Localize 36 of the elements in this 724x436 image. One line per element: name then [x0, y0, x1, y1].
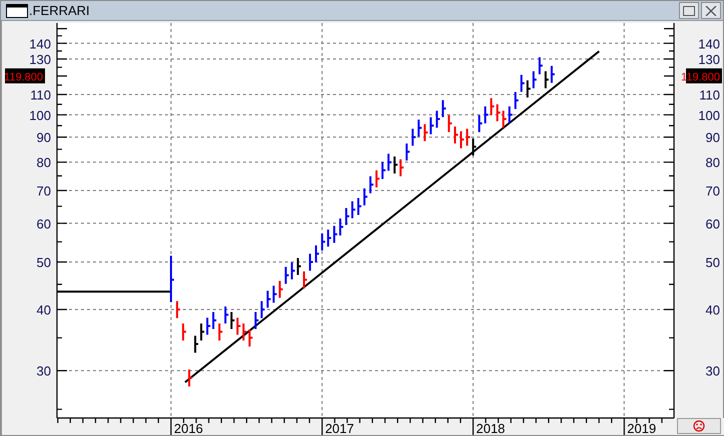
axis-label: 2017	[325, 421, 354, 435]
axis-label: 60	[706, 216, 720, 232]
window-title: .FERRARI	[29, 3, 90, 18]
price-bar	[188, 368, 194, 388]
axis-label: 140	[29, 36, 51, 52]
axis-label: 80	[706, 155, 720, 170]
axis-label: 40	[36, 302, 51, 318]
axis-label: 140	[698, 36, 720, 52]
axis-label: 90	[36, 130, 51, 146]
axis-label: 110	[30, 88, 51, 102]
axis-label: 2016	[174, 421, 203, 435]
axis-label: 130	[698, 52, 720, 67]
axis-label: 100	[698, 108, 720, 123]
axis-label: 90	[706, 130, 720, 146]
close-icon	[705, 6, 717, 16]
maximize-button[interactable]	[679, 2, 699, 19]
axis-label: 80	[36, 155, 51, 170]
maximize-icon	[683, 6, 695, 16]
axis-label: 130	[29, 52, 51, 67]
axis-label: 110	[699, 88, 720, 102]
axis-label: 50	[706, 255, 720, 270]
status-button[interactable]	[677, 418, 721, 434]
axis-label: 30	[706, 364, 720, 379]
window-icon	[6, 4, 28, 18]
axis-label: 70	[36, 184, 51, 199]
axis-label: 50	[36, 255, 51, 270]
axis-label: 2018	[476, 421, 506, 435]
price-bar	[182, 322, 188, 342]
axis-label: 40	[706, 302, 720, 318]
axis-label: 2019	[627, 421, 656, 435]
axis-label: 100	[29, 108, 51, 123]
axis-label: 70	[706, 184, 720, 199]
axis-label: 30	[36, 364, 51, 379]
axis-label: 60	[36, 216, 51, 232]
sad-face-icon	[693, 420, 705, 432]
close-button[interactable]	[701, 2, 721, 19]
